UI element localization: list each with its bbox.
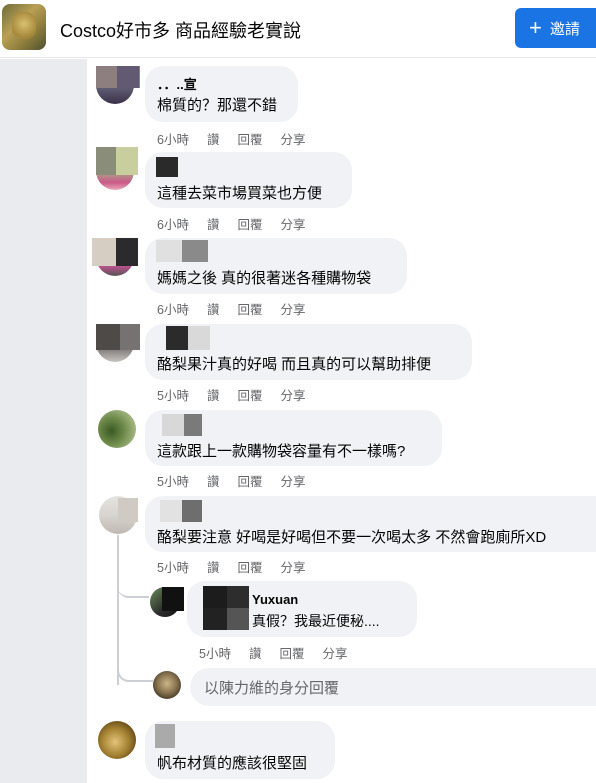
commenter-avatar-redacted [120, 324, 140, 350]
left-gutter [0, 59, 87, 783]
group-header: Costco好市多 商品經驗老實說 + 邀請 [0, 0, 596, 58]
like-link[interactable]: 讚 [207, 299, 220, 318]
comment-actions: 5小時 讚 回覆 分享 [157, 557, 306, 576]
reply-actions: 5小時 讚 回覆 分享 [199, 643, 348, 662]
share-link[interactable]: 分享 [280, 214, 305, 233]
commenter-name-redacted [156, 157, 178, 177]
reply-text: 真假？我最近便秘.... [252, 613, 380, 629]
comment-time[interactable]: 5小時 [157, 471, 189, 490]
comment-actions: 5小時 讚 回覆 分享 [157, 471, 306, 490]
comment-time[interactable]: 6小時 [157, 299, 189, 318]
comment-text: 媽媽之後 真的很著迷各種購物袋 [157, 270, 372, 287]
commenter-name-redacted [166, 326, 188, 350]
reply-link[interactable]: 回覆 [279, 643, 304, 662]
plus-icon: + [529, 15, 542, 40]
reply-input[interactable]: 以陳力維的身分回覆 [190, 668, 596, 706]
share-link[interactable]: 分享 [280, 299, 305, 318]
like-link[interactable]: 讚 [207, 471, 220, 490]
thread-connector [117, 580, 149, 598]
like-link[interactable]: 讚 [207, 214, 220, 233]
reply-name-redacted [203, 608, 227, 630]
share-link[interactable]: 分享 [280, 471, 305, 490]
comment-actions: 6小時 讚 回覆 分享 [157, 214, 306, 233]
comment-actions: 6小時 讚 回覆 分享 [157, 129, 306, 148]
current-user-avatar [153, 671, 181, 699]
reply-link[interactable]: 回覆 [237, 214, 262, 233]
commenter-name-redacted [156, 240, 182, 262]
comment-time[interactable]: 5小時 [157, 385, 189, 404]
invite-label: 邀請 [549, 20, 580, 38]
commenter-name-redacted [182, 240, 208, 262]
comment-text: 酪梨要注意 好喝是好喝但不要一次喝太多 不然會跑廁所XD [157, 529, 547, 546]
group-title[interactable]: Costco好市多 商品經驗老實說 [60, 17, 301, 43]
commenter-name-redacted [182, 500, 202, 522]
invite-button[interactable]: + 邀請 [515, 8, 596, 48]
comment-text: 這款跟上一款購物袋容量有不一樣嗎? [157, 443, 406, 460]
reply-time[interactable]: 5小時 [199, 643, 231, 662]
comment-text: 帆布材質的應該很堅固 [157, 755, 308, 772]
like-link[interactable]: 讚 [207, 129, 220, 148]
commenter-avatar-redacted [116, 147, 138, 175]
commenter-avatar[interactable] [98, 721, 136, 759]
commenter-avatar-redacted [96, 147, 116, 175]
like-link[interactable]: 讚 [207, 557, 220, 576]
like-link[interactable]: 讚 [207, 385, 220, 404]
comment-text: 酪梨果汁真的好喝 而且真的可以幫助排便 [157, 356, 432, 373]
reply-link[interactable]: 回覆 [237, 299, 262, 318]
commenter-avatar-redacted [116, 238, 138, 266]
comment-text: 棉質的？那還不錯 [157, 97, 278, 114]
commenter-name-redacted [117, 66, 139, 88]
comment-time[interactable]: 6小時 [157, 214, 189, 233]
share-link[interactable]: 分享 [280, 385, 305, 404]
share-link[interactable]: 分享 [280, 129, 305, 148]
comment-time[interactable]: 6小時 [157, 129, 189, 148]
share-link[interactable]: 分享 [280, 557, 305, 576]
commenter-name-redacted [188, 326, 210, 350]
commenter-name-fragment[interactable]: ．．..宣 [157, 74, 197, 93]
commenter-avatar-redacted [96, 324, 120, 350]
reply-link[interactable]: 回覆 [237, 471, 262, 490]
reply-input-placeholder: 以陳力維的身分回覆 [204, 679, 340, 697]
reply-avatar-redacted [162, 587, 184, 611]
comment-actions: 5小時 讚 回覆 分享 [157, 385, 306, 404]
reply-name-redacted [227, 608, 249, 630]
comment-time[interactable]: 5小時 [157, 557, 189, 576]
commenter-name-redacted [184, 414, 202, 436]
reply-name-redacted [227, 586, 249, 608]
commenter-avatar-redacted [118, 498, 138, 522]
comment-actions: 6小時 讚 回覆 分享 [157, 299, 306, 318]
reply-link[interactable]: 回覆 [237, 557, 262, 576]
thread-connector [117, 662, 153, 682]
group-avatar[interactable] [2, 4, 46, 50]
share-link[interactable]: 分享 [322, 643, 347, 662]
reply-author-name[interactable]: Yuxuan [252, 592, 298, 607]
comment-text: 這種去菜市場買菜也方便 [157, 185, 323, 202]
reply-link[interactable]: 回覆 [237, 129, 262, 148]
commenter-name-redacted [155, 724, 175, 748]
commenter-avatar[interactable] [98, 410, 136, 448]
reply-link[interactable]: 回覆 [237, 385, 262, 404]
like-link[interactable]: 讚 [249, 643, 262, 662]
reply-name-redacted [203, 586, 227, 608]
commenter-name-redacted [160, 500, 182, 522]
commenter-name-redacted [162, 414, 184, 436]
commenter-avatar-redacted [92, 238, 116, 266]
